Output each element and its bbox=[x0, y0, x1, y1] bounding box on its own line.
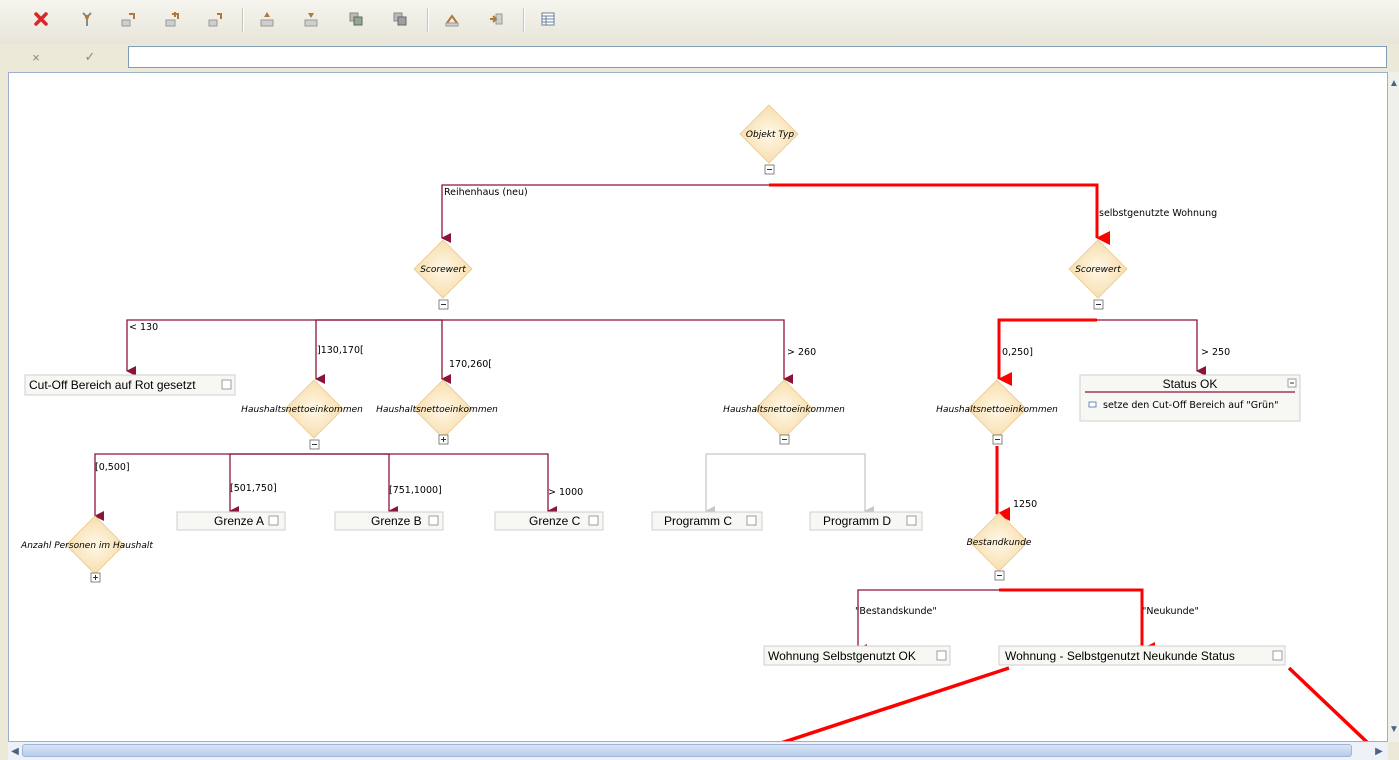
box-text-grenze-c: Grenze C bbox=[529, 514, 581, 528]
box-text-programm-c: Programm C bbox=[664, 514, 732, 528]
node-label-objekt-typ: Objekt Typ bbox=[746, 130, 794, 140]
edge-label-0-500: [0,500] bbox=[95, 462, 130, 473]
edge-label-1250: 1250 bbox=[1013, 499, 1037, 510]
cancel-edit-button[interactable]: × bbox=[24, 46, 48, 68]
box-menu-icon[interactable] bbox=[221, 379, 232, 390]
box-text-wohnung-neukunde: Wohnung - Selbstgenutzt Neukunde Status bbox=[1005, 649, 1235, 663]
box-menu-icon[interactable] bbox=[268, 515, 279, 526]
scroll-left-icon[interactable]: ◀ bbox=[8, 744, 22, 758]
box-wohnung-neukunde[interactable]: Wohnung - Selbstgenutzt Neukunde Status bbox=[998, 645, 1286, 666]
scroll-right-icon[interactable]: ▶ bbox=[1372, 744, 1386, 758]
box-text-cutoff: Cut-Off Bereich auf Rot gesetzt bbox=[29, 378, 196, 392]
box-programm-d[interactable]: Programm D bbox=[809, 511, 923, 531]
move-up-icon[interactable] bbox=[256, 8, 278, 30]
box-menu-icon[interactable] bbox=[428, 515, 439, 526]
expand-icon[interactable] bbox=[485, 8, 507, 30]
box-wohnung-ok[interactable]: Wohnung Selbstgenutzt OK bbox=[763, 645, 951, 666]
scroll-down-icon[interactable]: ▼ bbox=[1387, 722, 1399, 736]
box-menu-icon[interactable] bbox=[936, 650, 947, 661]
confirm-edit-button[interactable]: ✓ bbox=[78, 46, 102, 68]
edge-label-neukunde: "Neukunde" bbox=[1142, 606, 1199, 617]
box-action-status-ok: setze den Cut-Off Bereich auf "Grün" bbox=[1103, 400, 1278, 411]
collapse-icon[interactable] bbox=[441, 8, 463, 30]
node-scorewert-right[interactable]: Scorewert bbox=[1068, 239, 1128, 310]
node-hne-3[interactable]: Haushaltsnettoeinkommen bbox=[723, 379, 845, 445]
edge-label-0-250: 0,250] bbox=[1002, 347, 1033, 358]
insert-child-icon[interactable] bbox=[204, 8, 226, 30]
move-down-icon[interactable] bbox=[300, 8, 322, 30]
decision-tree: Reihenhaus (neu) selbstgenutzte Wohnung … bbox=[20, 104, 1369, 741]
edge-label-bestandskunde: "Bestandskunde" bbox=[855, 606, 937, 617]
scroll-up-icon[interactable]: ▲ bbox=[1387, 76, 1399, 90]
box-status-ok[interactable]: Status OK setze den Cut-Off Bereich auf … bbox=[1079, 374, 1301, 422]
box-menu-icon[interactable] bbox=[906, 515, 917, 526]
paste-icon[interactable] bbox=[389, 8, 411, 30]
node-label-anzahl-personen: Anzahl Personen im Haushalt bbox=[20, 541, 153, 551]
edge-label-gt1000: > 1000 bbox=[548, 487, 583, 498]
action-icon bbox=[1088, 401, 1097, 408]
edge-label-501-750: [501,750] bbox=[230, 483, 277, 494]
edge-label-lt130: < 130 bbox=[129, 322, 158, 333]
node-label-hne-1: Haushaltsnettoeinkommen bbox=[241, 405, 363, 415]
edit-bar: × ✓ bbox=[0, 44, 1399, 72]
node-label-hne-right: Haushaltsnettoeinkommen bbox=[936, 405, 1058, 415]
horizontal-scrollbar[interactable]: ◀ ▶ bbox=[8, 742, 1388, 760]
rule-icon[interactable] bbox=[76, 8, 98, 30]
node-label-hne-2: Haushaltsnettoeinkommen bbox=[376, 405, 498, 415]
node-hne-1[interactable]: Haushaltsnettoeinkommen bbox=[241, 379, 363, 450]
horizontal-scroll-thumb[interactable] bbox=[22, 744, 1352, 757]
edge-label-reihenhaus: Reihenhaus (neu) bbox=[444, 187, 528, 198]
box-programm-c[interactable]: Programm C bbox=[651, 511, 763, 531]
delete-icon[interactable] bbox=[30, 8, 52, 30]
edge-label-130-170: ]130,170[ bbox=[317, 345, 364, 356]
box-grenze-b[interactable]: Grenze B bbox=[334, 511, 444, 531]
box-grenze-c[interactable]: Grenze C bbox=[494, 511, 604, 531]
box-text-grenze-a: Grenze A bbox=[214, 514, 264, 528]
node-anzahl-personen[interactable]: Anzahl Personen im Haushalt bbox=[20, 515, 153, 583]
formula-input[interactable] bbox=[128, 46, 1387, 68]
box-cutoff[interactable]: Cut-Off Bereich auf Rot gesetzt bbox=[24, 374, 236, 396]
table-view-icon[interactable] bbox=[537, 8, 559, 30]
edge-label-170-260: 170,260[ bbox=[449, 359, 492, 370]
box-text-grenze-b: Grenze B bbox=[371, 514, 422, 528]
node-scorewert-left[interactable]: Scorewert bbox=[413, 239, 473, 310]
box-menu-icon[interactable] bbox=[1272, 650, 1283, 661]
edge-labels: Reihenhaus (neu) selbstgenutzte Wohnung … bbox=[95, 187, 1230, 617]
box-title-status-ok: Status OK bbox=[1163, 377, 1218, 391]
box-text-programm-d: Programm D bbox=[823, 514, 891, 528]
box-menu-icon[interactable] bbox=[588, 515, 599, 526]
node-bestandkunde[interactable]: Bestandkunde bbox=[967, 512, 1032, 581]
toolbar bbox=[0, 0, 1399, 45]
box-grenze-a[interactable]: Grenze A bbox=[176, 511, 286, 531]
node-objekt-typ[interactable]: Objekt Typ bbox=[739, 104, 799, 175]
node-label-scorewert-right: Scorewert bbox=[1075, 265, 1121, 275]
edge-label-gt250: > 250 bbox=[1201, 347, 1230, 358]
insert-subtree-icon[interactable] bbox=[161, 8, 183, 30]
node-label-hne-3: Haushaltsnettoeinkommen bbox=[723, 405, 845, 415]
node-label-bestandkunde: Bestandkunde bbox=[967, 538, 1032, 548]
node-label-scorewert-left: Scorewert bbox=[420, 265, 466, 275]
node-hne-right[interactable]: Haushaltsnettoeinkommen bbox=[936, 379, 1058, 445]
edge-label-gt260: > 260 bbox=[787, 347, 816, 358]
copy-icon[interactable] bbox=[345, 8, 367, 30]
edge-label-selbstgenutzt: selbstgenutzte Wohnung bbox=[1099, 208, 1217, 219]
edge-label-751-1000: [751,1000] bbox=[389, 485, 442, 496]
insert-node-icon[interactable] bbox=[117, 8, 139, 30]
vertical-scrollbar[interactable]: ▲ ▼ bbox=[1388, 72, 1399, 742]
node-hne-2[interactable]: Haushaltsnettoeinkommen bbox=[376, 379, 498, 445]
box-menu-icon[interactable] bbox=[746, 515, 757, 526]
decision-tree-canvas: Reihenhaus (neu) selbstgenutzte Wohnung … bbox=[8, 72, 1388, 742]
box-text-wohnung-ok: Wohnung Selbstgenutzt OK bbox=[768, 649, 916, 663]
